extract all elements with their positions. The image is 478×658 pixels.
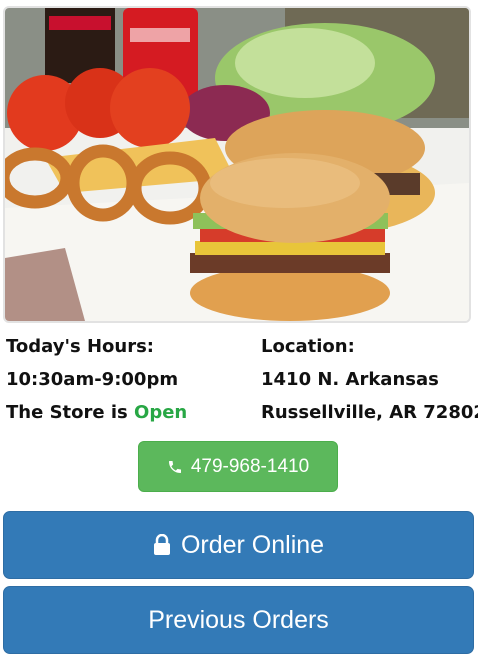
store-status-prefix: The Store is <box>6 402 128 423</box>
phone-number: 479-968-1410 <box>190 455 310 477</box>
hours-block: Today's Hours: 10:30am-9:00pm The Store … <box>6 330 187 429</box>
store-status: The Store is Open <box>6 396 187 429</box>
address-line-1: 1410 N. Arkansas <box>261 369 439 390</box>
lock-icon <box>153 534 171 556</box>
phone-icon <box>167 459 183 475</box>
order-online-label: Order Online <box>180 530 325 559</box>
hours-time: 10:30am-9:00pm <box>6 369 179 390</box>
previous-orders-button[interactable]: Previous Orders <box>3 586 474 654</box>
hours-label: Today's Hours: <box>6 336 154 357</box>
previous-orders-label: Previous Orders <box>148 605 329 634</box>
location-label: Location: <box>261 336 355 357</box>
address-line-2: Russellville, AR 72802 <box>261 402 478 423</box>
call-phone-button[interactable]: 479-968-1410 <box>138 441 338 492</box>
order-online-button[interactable]: Order Online <box>3 511 474 579</box>
store-status-open: Open <box>134 402 188 423</box>
location-block: Location: 1410 N. Arkansas Russellville,… <box>261 330 478 429</box>
hero-food-image <box>3 6 471 323</box>
